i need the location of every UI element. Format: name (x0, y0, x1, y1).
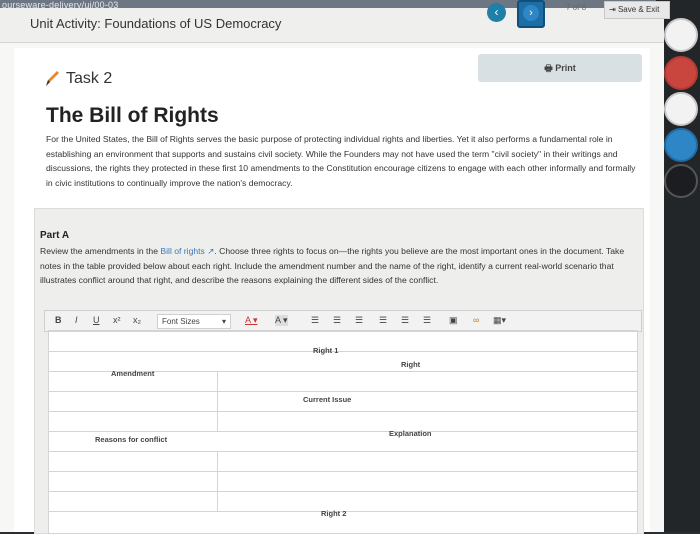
numbered-list-icon[interactable]: ☰ (333, 315, 341, 326)
pencil-icon (46, 71, 59, 86)
table-cell-right2: Right 2 (321, 509, 347, 518)
table-divider (49, 331, 637, 332)
unit-title: Unit Activity: Foundations of US Democra… (30, 16, 282, 31)
table-divider (217, 451, 218, 511)
side-record-icon[interactable] (664, 56, 698, 90)
superscript-button[interactable]: x² (113, 315, 121, 325)
subscript-button[interactable]: x₂ (133, 315, 141, 325)
task-label: Task 2 (66, 70, 113, 87)
side-dark-icon[interactable] (664, 164, 698, 198)
activity-page: Unit Activity: Foundations of US Democra… (0, 0, 670, 534)
table-divider (49, 431, 637, 432)
notes-table[interactable]: Right 1 Right Amendment Current Issue Ex… (48, 330, 638, 534)
table-divider (49, 351, 637, 352)
side-tool-icon[interactable] (664, 18, 698, 52)
part-a-title: Part A (40, 230, 70, 241)
part-a-instructions: Review the amendments in the Bill of rig… (40, 244, 638, 288)
highlight-color-icon[interactable]: A ▾ (275, 315, 288, 326)
font-sizes-label: Font Sizes (162, 317, 200, 326)
page-title: The Bill of Rights (46, 104, 219, 127)
italic-button[interactable]: I (75, 315, 78, 325)
table-cell-current-issue: Current Issue (303, 395, 352, 404)
save-exit-button[interactable]: ⇥ Save & Exit (604, 1, 670, 19)
side-pen-icon[interactable] (664, 92, 698, 126)
table-divider (217, 371, 218, 431)
align-center-icon[interactable]: ☰ (401, 315, 409, 326)
print-button[interactable]: 🖶 Print (478, 54, 642, 82)
table-divider (49, 471, 637, 472)
print-label: Print (555, 63, 576, 73)
chevron-right-icon: › (523, 5, 539, 21)
table-cell-right: Right (401, 360, 421, 369)
save-exit-label: Save & Exit (617, 5, 660, 14)
table-cell-explanation: Explanation (389, 429, 432, 438)
bold-button[interactable]: B (55, 315, 62, 325)
font-color-icon[interactable]: A ▾ (245, 315, 258, 326)
chevron-left-icon: ‹ (494, 5, 499, 19)
align-right-icon[interactable]: ☰ (423, 315, 431, 326)
task-card: 🖶 Print Task 2 The Bill of Rights For th… (14, 48, 650, 534)
indent-icon[interactable]: ☰ (355, 315, 363, 326)
previous-page-button[interactable]: ‹ (487, 3, 506, 22)
table-icon[interactable]: ▦▾ (493, 315, 506, 326)
underline-button[interactable]: U (93, 315, 100, 325)
next-page-button[interactable]: › (517, 0, 545, 28)
intro-paragraph: For the United States, the Bill of Right… (46, 134, 636, 188)
page-count: 7 of 8 (566, 3, 587, 12)
table-cell-reasons: Reasons for conflict (95, 435, 168, 444)
external-link-icon: ↗ (204, 246, 215, 256)
font-sizes-select[interactable]: Font Sizes ▾ (157, 314, 231, 329)
chevron-down-icon: ▾ (221, 317, 226, 326)
table-divider (49, 451, 637, 452)
side-color-icon[interactable] (664, 128, 698, 162)
header-bar: Unit Activity: Foundations of US Democra… (0, 0, 670, 43)
bill-of-rights-link[interactable]: Bill of rights (160, 246, 204, 256)
exit-icon: ⇥ (609, 5, 618, 14)
image-icon[interactable]: ▣ (449, 315, 458, 326)
table-divider (49, 411, 637, 412)
table-divider (49, 491, 637, 492)
bullet-list-icon[interactable]: ☰ (311, 315, 319, 326)
table-cell-amendment: Amendment (111, 369, 155, 378)
part-a-text-1: Review the amendments in the (40, 246, 161, 256)
editor-toolbar: B I U x² x₂ Font Sizes ▾ A ▾ A ▾ ☰ ☰ ☰ ☰… (44, 310, 642, 332)
link-icon[interactable]: ∞ (473, 315, 479, 325)
align-left-icon[interactable]: ☰ (379, 315, 387, 326)
printer-icon: 🖶 (544, 63, 556, 73)
table-cell-right1: Right 1 (313, 346, 339, 355)
table-divider (49, 391, 637, 392)
